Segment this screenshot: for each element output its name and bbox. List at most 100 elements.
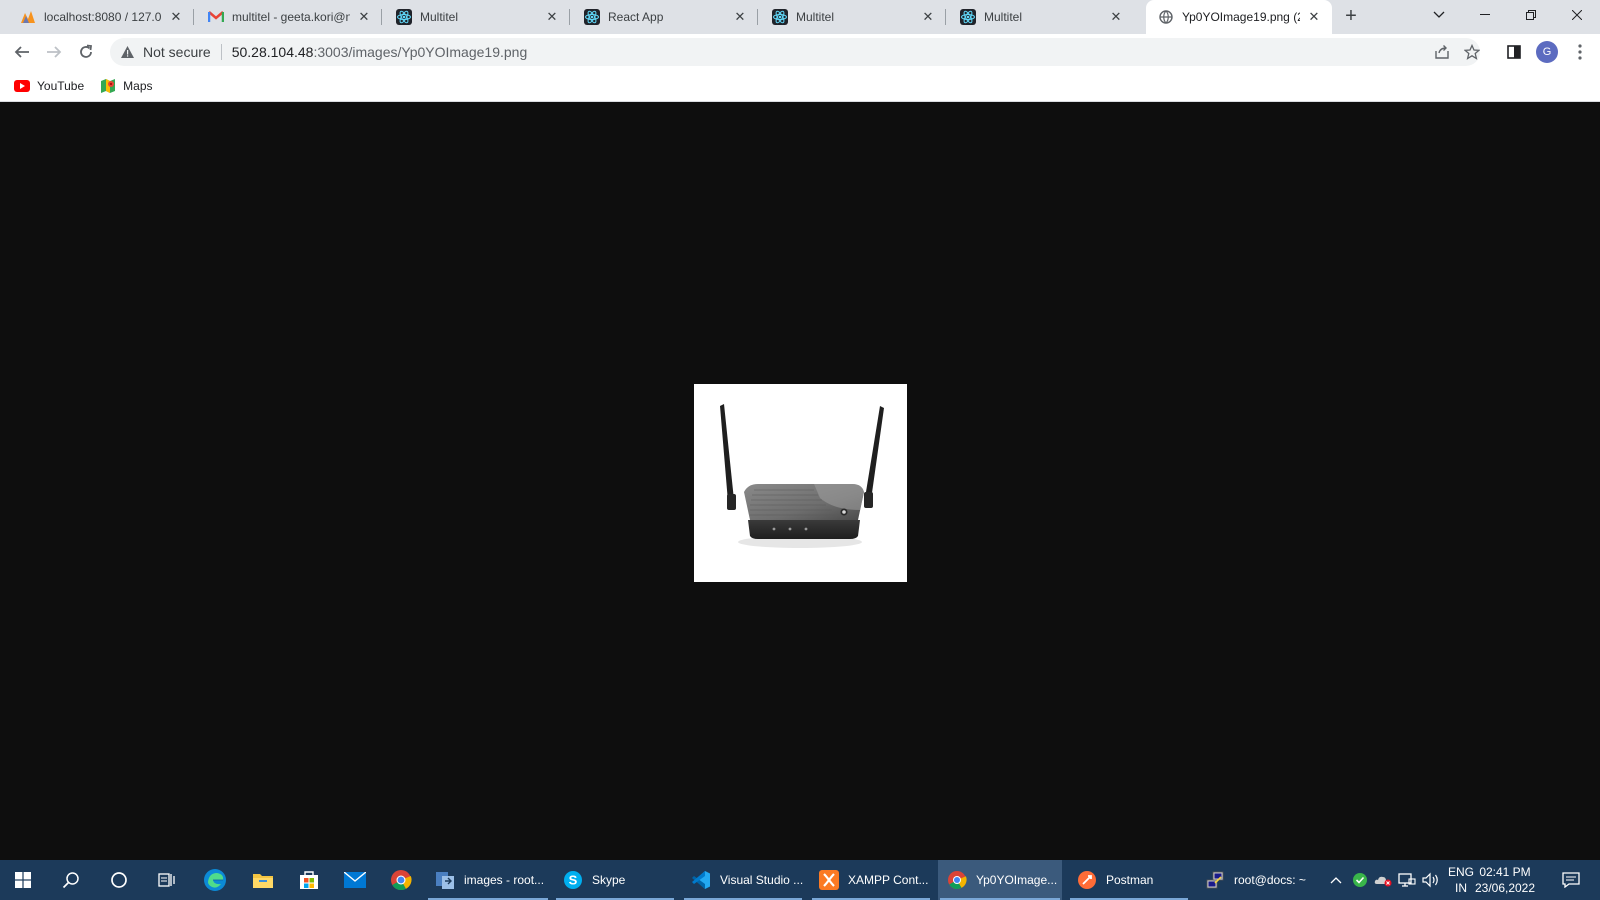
taskbar-app-label: Postman — [1106, 873, 1154, 887]
close-icon[interactable]: ✕ — [1306, 9, 1322, 25]
close-icon[interactable]: ✕ — [920, 9, 936, 25]
gmail-icon — [208, 9, 224, 25]
task-view-icon[interactable] — [144, 860, 190, 900]
taskbar-app-label: images - root... — [464, 873, 545, 887]
warning-triangle-icon[interactable] — [120, 44, 136, 60]
keyboard-region: IN — [1455, 881, 1467, 895]
taskbar-app-chrome-active[interactable]: Yp0YOImage... — [938, 860, 1062, 900]
clock-time: 02:41 PM — [1479, 865, 1531, 879]
taskbar-app-label: root@docs: ~ — [1234, 873, 1306, 887]
tab-image-active[interactable]: Yp0YOImage19.png (21 ✕ — [1146, 0, 1332, 34]
action-center-icon[interactable] — [1556, 860, 1586, 900]
tab-search-chevron-icon[interactable] — [1416, 0, 1462, 30]
image-viewer — [0, 102, 1600, 860]
taskbar-app-label: XAMPP Cont... — [848, 873, 929, 887]
router-image[interactable] — [694, 384, 907, 582]
profile-avatar[interactable]: G — [1536, 41, 1558, 63]
taskbar-app-vscode[interactable]: Visual Studio ... — [682, 860, 804, 900]
new-tab-button[interactable]: + — [1340, 6, 1362, 28]
reload-icon[interactable] — [72, 38, 100, 66]
share-icon[interactable] — [1428, 38, 1456, 66]
winscp-icon — [434, 869, 456, 891]
globe-icon — [1158, 9, 1174, 25]
tab-multitel-1[interactable]: Multitel ✕ — [384, 0, 570, 34]
taskbar-app-xampp[interactable]: XAMPP Cont... — [810, 860, 932, 900]
edge-icon[interactable] — [192, 860, 238, 900]
vscode-icon — [690, 869, 712, 891]
taskbar-app-label: Yp0YOImage... — [976, 873, 1058, 887]
taskbar-app-postman[interactable]: Postman — [1068, 860, 1190, 900]
wireless-router-icon — [720, 404, 884, 548]
tab-multitel-2[interactable]: Multitel ✕ — [760, 0, 946, 34]
onedrive-error-icon[interactable] — [1372, 860, 1394, 900]
close-icon[interactable]: ✕ — [356, 9, 372, 25]
taskbar-app-winscp[interactable]: images - root... — [426, 860, 550, 900]
forward-arrow-icon[interactable] — [40, 38, 68, 66]
system-clock[interactable]: 02:41 PM 23/06,2022 — [1472, 864, 1538, 896]
url-host: 50.28.104.48 — [231, 44, 314, 60]
close-icon[interactable]: ✕ — [1108, 9, 1124, 25]
network-icon[interactable] — [1396, 860, 1418, 900]
taskbar-app-putty[interactable]: root@docs: ~ — [1196, 860, 1318, 900]
security-check-icon[interactable] — [1350, 860, 1370, 900]
tab-phpmyadmin[interactable]: localhost:8080 / 127.0.0 ✕ — [8, 0, 194, 34]
bookmark-label: YouTube — [37, 78, 85, 93]
tab-multitel-3[interactable]: Multitel ✕ — [948, 0, 1134, 34]
more-menu-icon[interactable] — [1568, 38, 1592, 66]
svg-text:S: S — [569, 873, 578, 888]
address-bar[interactable]: Not secure 50.28.104.48:3003/images/Yp0Y… — [110, 38, 1480, 66]
putty-icon — [1204, 869, 1226, 891]
react-icon — [772, 9, 788, 25]
tab-title: Multitel — [420, 10, 459, 24]
close-icon[interactable]: ✕ — [544, 9, 560, 25]
input-language-indicator[interactable]: ENG IN — [1448, 864, 1474, 896]
tab-react-app[interactable]: React App ✕ — [572, 0, 758, 34]
bookmark-label: Maps — [123, 78, 153, 93]
side-panel-icon[interactable] — [1500, 38, 1528, 66]
file-explorer-icon[interactable] — [240, 860, 286, 900]
search-icon[interactable] — [48, 860, 94, 900]
bookmark-star-icon[interactable] — [1458, 38, 1486, 66]
windows-start-icon[interactable] — [0, 860, 46, 900]
clock-date: 23/06,2022 — [1474, 881, 1536, 895]
bookmarks-bar: YouTube Maps — [0, 70, 1600, 102]
taskbar-app-label: Skype — [592, 873, 626, 887]
youtube-icon — [14, 79, 30, 92]
tab-title: Multitel — [984, 10, 1023, 24]
bookmark-youtube[interactable]: YouTube — [14, 79, 84, 93]
tab-title: Multitel — [796, 10, 835, 24]
chrome-taskbar-icon[interactable] — [378, 860, 424, 900]
close-icon[interactable]: ✕ — [732, 9, 748, 25]
taskbar-app-skype[interactable]: S Skype — [554, 860, 676, 900]
microsoft-store-icon[interactable] — [286, 860, 332, 900]
tab-gmail[interactable]: multitel - geeta.kori@n ✕ — [196, 0, 382, 34]
tab-title: React App — [608, 10, 664, 24]
security-label[interactable]: Not secure — [143, 44, 211, 60]
postman-icon — [1076, 869, 1098, 891]
maps-icon — [100, 78, 116, 94]
tray-overflow-chevron-icon[interactable] — [1326, 860, 1346, 900]
browser-toolbar: Not secure 50.28.104.48:3003/images/Yp0Y… — [0, 34, 1600, 70]
volume-icon[interactable] — [1420, 860, 1442, 900]
chrome-icon — [946, 869, 968, 891]
react-icon — [960, 9, 976, 25]
close-icon[interactable]: ✕ — [168, 9, 184, 25]
back-arrow-icon[interactable] — [8, 38, 36, 66]
tab-strip: localhost:8080 / 127.0.0 ✕ multitel - ge… — [0, 0, 1600, 34]
minimize-icon[interactable] — [1462, 0, 1508, 30]
restore-icon[interactable] — [1508, 0, 1554, 30]
mail-icon[interactable] — [332, 860, 378, 900]
url-path: :3003/images/Yp0YOImage19.png — [313, 44, 528, 60]
bookmark-maps[interactable]: Maps — [100, 78, 153, 94]
skype-icon: S — [562, 869, 584, 891]
windows-taskbar: images - root... S Skype Visual Studio .… — [0, 860, 1600, 900]
xampp-icon — [818, 869, 840, 891]
phpmyadmin-icon — [20, 9, 36, 25]
react-icon — [584, 9, 600, 25]
taskbar-app-label: Visual Studio ... — [720, 873, 804, 887]
tab-title: localhost:8080 / 127.0.0 — [44, 10, 162, 24]
tab-title: multitel - geeta.kori@n — [232, 10, 350, 24]
window-close-icon[interactable] — [1554, 0, 1600, 30]
react-icon — [396, 9, 412, 25]
cortana-icon[interactable] — [96, 860, 142, 900]
